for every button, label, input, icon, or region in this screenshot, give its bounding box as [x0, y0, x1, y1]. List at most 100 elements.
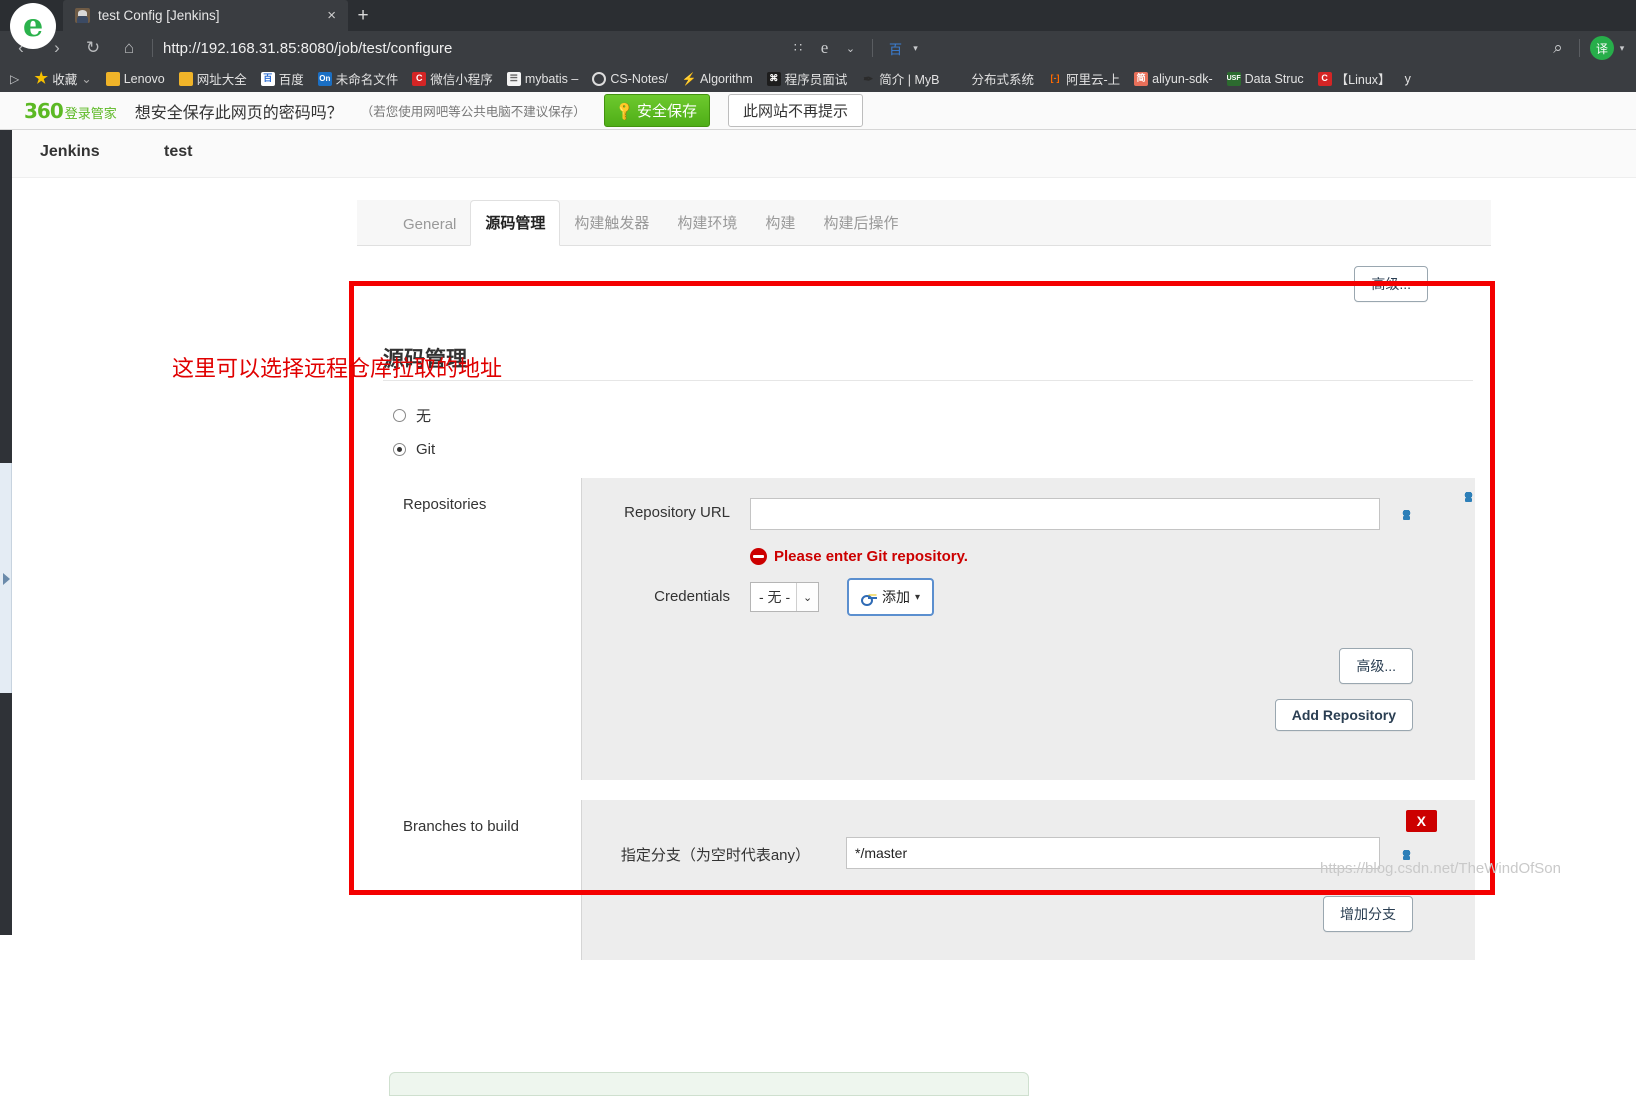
- caret-down-icon[interactable]: ▾: [915, 592, 920, 603]
- bookmark-item[interactable]: 简 aliyun-sdk-: [1127, 71, 1219, 86]
- bookmark-item[interactable]: ★ 收藏 ⌄: [27, 69, 99, 88]
- config-content: General 源码管理 构建触发器 构建环境 构建 构建后操作 高级... 源…: [357, 178, 1491, 1096]
- bookmark-item[interactable]: C 【Linux】: [1311, 69, 1398, 88]
- search-icon[interactable]: ⌕: [1545, 35, 1571, 61]
- breadcrumb-item-test[interactable]: test: [164, 143, 192, 161]
- folder-icon: [178, 71, 193, 86]
- bookmark-label: 阿里云-上: [1066, 73, 1121, 87]
- dark-icon: ⌘: [766, 71, 781, 86]
- close-icon[interactable]: ×: [323, 8, 340, 23]
- scm-option-git-label: Git: [416, 441, 436, 458]
- repository-url-error: Please enter Git repository.: [750, 548, 968, 565]
- bookmark-item[interactable]: ☰ mybatis –: [500, 71, 586, 86]
- chevron-down-icon[interactable]: ⌄: [838, 35, 864, 61]
- branches-label: Branches to build: [403, 818, 519, 835]
- ink-icon: ✒: [863, 71, 874, 86]
- baidu-caret-icon[interactable]: ▾: [909, 35, 923, 61]
- advanced-top-button[interactable]: 高级...: [1354, 266, 1428, 302]
- bookmark-item[interactable]: 分布式系统: [946, 69, 1041, 88]
- tab-build-triggers[interactable]: 构建触发器: [560, 201, 663, 245]
- never-save-button[interactable]: 此网站不再提示: [728, 94, 864, 127]
- usf-icon: USF: [1226, 71, 1241, 86]
- bookmark-label: Lenovo: [123, 71, 165, 86]
- add-repository-button[interactable]: Add Repository: [1274, 699, 1413, 731]
- edge-icon[interactable]: e: [812, 35, 838, 61]
- branches-panel: X 指定分支（为空时代表any） 增加分支: [581, 800, 1475, 960]
- help-icon[interactable]: [1464, 492, 1473, 502]
- branch-spec-input[interactable]: [846, 837, 1380, 869]
- bookmark-item[interactable]: CS-Notes/: [585, 71, 675, 86]
- bookmark-label: Data Struc: [1244, 71, 1304, 86]
- jenkins-favicon-icon: [75, 8, 90, 23]
- scm-option-none[interactable]: 无: [393, 405, 431, 426]
- breadcrumb: Jenkins test: [12, 130, 1636, 178]
- credentials-value: - 无 -: [759, 589, 791, 605]
- tab-source-management[interactable]: 源码管理: [470, 200, 561, 246]
- reload-icon[interactable]: ↻: [78, 33, 108, 63]
- baidu-paw-icon[interactable]: 百: [883, 35, 909, 61]
- bookmark-item[interactable]: Lenovo: [99, 71, 172, 86]
- bookmark-item[interactable]: On 未命名文件: [311, 69, 406, 88]
- jian-icon: 简: [1134, 71, 1149, 86]
- add-credentials-button[interactable]: 添加 ▾: [847, 578, 935, 616]
- bookmark-label: 未命名文件: [335, 73, 399, 87]
- tab-post-build-actions[interactable]: 构建后操作: [809, 201, 912, 245]
- bookmark-item[interactable]: 网址大全: [172, 69, 254, 88]
- tab-build[interactable]: 构建: [751, 201, 809, 245]
- bookmark-item[interactable]: ⚡ Algorithm: [675, 72, 760, 86]
- help-icon[interactable]: [1402, 850, 1411, 860]
- bookmarks-bar: ▷ ★ 收藏 ⌄ Lenovo 网址大全 百百度 On 未命名文件 C 微信小程序 ☰ m…: [0, 65, 1636, 92]
- help-icon[interactable]: [1402, 510, 1411, 520]
- bookmark-item[interactable]: y: [1398, 72, 1418, 86]
- left-gutter-top: [0, 130, 12, 463]
- browser-tab-active[interactable]: test Config [Jenkins] ×: [63, 0, 348, 31]
- bookmark-item[interactable]: 百百度: [254, 69, 311, 88]
- divider: [152, 39, 153, 57]
- bookmark-label: aliyun-sdk-: [1152, 71, 1213, 86]
- bookmark-label: y: [1404, 71, 1411, 86]
- bookmark-item[interactable]: ⌘ 程序员面试: [760, 69, 855, 88]
- bookmarks-overflow-icon[interactable]: ▷: [10, 72, 19, 86]
- bookmark-label: 程序员面试: [784, 73, 848, 87]
- divider: [383, 380, 1473, 381]
- chevron-down-icon[interactable]: ⌄: [81, 71, 91, 86]
- bookmark-item[interactable]: USF Data Struc: [1220, 71, 1311, 86]
- home-icon[interactable]: ⌂: [114, 33, 144, 63]
- password-manager-bar: 360 登录管家 想安全保存此网页的密码吗？ （若您使用网吧等公共电脑不建议保存…: [0, 92, 1636, 130]
- save-password-button[interactable]: 🔑 安全保存: [603, 94, 710, 127]
- chevron-right-icon: [3, 573, 10, 585]
- chevron-down-icon[interactable]: ⌄: [796, 583, 819, 611]
- radio-icon[interactable]: [393, 443, 406, 456]
- add-branch-button[interactable]: 增加分支: [1323, 896, 1413, 932]
- repository-url-input[interactable]: [750, 498, 1380, 530]
- bookmark-item[interactable]: C 微信小程序: [405, 69, 500, 88]
- bookmark-label: 收藏: [52, 73, 78, 87]
- sidebar-expand-handle[interactable]: [0, 463, 12, 693]
- bookmark-item[interactable]: [-] 阿里云-上: [1041, 69, 1127, 88]
- annotation-text: 这里可以选择远程仓库拉取的地址: [172, 356, 503, 381]
- tab-general[interactable]: General: [389, 205, 470, 245]
- bookmark-item[interactable]: ✒ 简介 | MyB: [854, 69, 946, 88]
- error-circle-icon: [750, 548, 767, 565]
- translate-caret-icon[interactable]: ▾: [1614, 35, 1630, 61]
- delete-branch-button[interactable]: X: [1405, 810, 1437, 832]
- tab-build-environment[interactable]: 构建环境: [663, 201, 751, 245]
- breadcrumb-item-jenkins[interactable]: Jenkins: [40, 143, 100, 161]
- tab-title: test Config [Jenkins]: [98, 8, 220, 23]
- save-password-question: 想安全保存此网页的密码吗？: [134, 104, 343, 122]
- folder-icon: [105, 71, 120, 86]
- address-bar[interactable]: http://192.168.31.85:8080/job/test/confi…: [163, 40, 786, 57]
- apps-grid-icon[interactable]: ∷: [786, 35, 812, 61]
- config-tabbar: General 源码管理 构建触发器 构建环境 构建 构建后操作: [357, 200, 1491, 246]
- bookmark-label: 【Linux】: [1335, 73, 1391, 87]
- credentials-label: Credentials: [654, 588, 730, 605]
- repository-advanced-button[interactable]: 高级...: [1339, 648, 1413, 684]
- scm-section: 源码管理 无 Git Repositories Repository URL P…: [357, 330, 1491, 1096]
- github-icon: [592, 71, 607, 86]
- add-credentials-label: 添加: [882, 589, 910, 605]
- new-tab-button[interactable]: +: [350, 3, 376, 28]
- scm-option-git[interactable]: Git: [393, 441, 435, 458]
- credentials-select[interactable]: - 无 - ⌄: [750, 582, 820, 612]
- translate-icon[interactable]: 译: [1590, 36, 1614, 60]
- radio-icon[interactable]: [393, 409, 406, 422]
